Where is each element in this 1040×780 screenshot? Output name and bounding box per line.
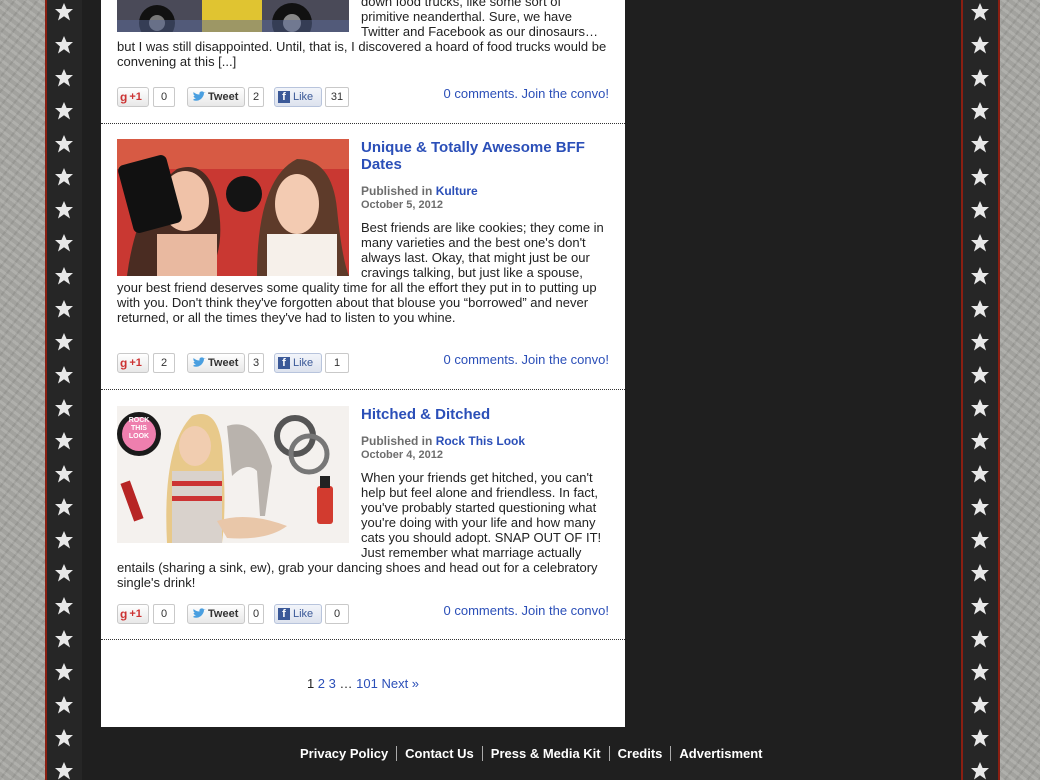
google-plus-icon: g xyxy=(120,356,128,370)
post-meta: Published in Kulture xyxy=(361,184,478,198)
post-item: ROCK THIS LOOK Hitched & Ditched Publish… xyxy=(117,406,609,630)
left-star-border xyxy=(45,0,84,780)
post-item: Unique & Totally Awesome BFF Dates Publi… xyxy=(117,139,609,379)
post-title[interactable]: Unique & Totally Awesome BFF Dates xyxy=(361,139,601,173)
like-count: 31 xyxy=(325,87,349,107)
advertisment-link[interactable]: Advertisment xyxy=(679,746,762,761)
contact-us-link[interactable]: Contact Us xyxy=(405,746,474,761)
twitter-bird-icon xyxy=(193,91,206,101)
tweet-count: 3 xyxy=(248,353,264,373)
post-divider xyxy=(101,639,625,640)
post-item: down food trucks, like some sort of prim… xyxy=(117,0,609,110)
comments-link[interactable]: 0 comments. Join the convo! xyxy=(444,352,609,367)
tweet-count: 0 xyxy=(248,604,264,624)
post-list: down food trucks, like some sort of prim… xyxy=(101,0,625,727)
page-ellipsis: … xyxy=(339,676,353,691)
facebook-f-icon: f xyxy=(278,91,290,103)
footer-divider xyxy=(670,746,672,761)
post-divider xyxy=(101,123,625,124)
facebook-f-icon: f xyxy=(278,608,290,620)
facebook-like-button[interactable]: f Like xyxy=(274,353,322,373)
tweet-button[interactable]: Tweet xyxy=(187,604,245,624)
page-current: 1 xyxy=(306,676,315,691)
google-plus-count: 0 xyxy=(153,87,175,107)
post-excerpt: Best friends are like cookies; they come… xyxy=(117,220,604,325)
right-star-border xyxy=(961,0,1000,780)
facebook-like-button[interactable]: f Like xyxy=(274,604,322,624)
google-plus-icon: g xyxy=(120,90,128,104)
tweet-button[interactable]: Tweet xyxy=(187,87,245,107)
page-link-3[interactable]: 3 xyxy=(329,676,336,691)
like-count: 1 xyxy=(325,353,349,373)
google-plus-count: 2 xyxy=(153,353,175,373)
twitter-bird-icon xyxy=(193,357,206,367)
share-bar: g +1 2 Tweet 3 f Like 1 0 comments. Join… xyxy=(117,352,609,373)
star-icon-strip xyxy=(47,0,82,780)
share-bar: g +1 0 Tweet 2 f Like 31 0 comments. Joi… xyxy=(117,86,609,107)
footer-divider xyxy=(396,746,398,761)
facebook-f-icon: f xyxy=(278,357,290,369)
google-plus-count: 0 xyxy=(153,604,175,624)
google-plus-button[interactable]: g +1 xyxy=(117,353,149,373)
google-plus-button[interactable]: g +1 xyxy=(117,87,149,107)
footer-divider xyxy=(608,746,610,761)
category-link[interactable]: Rock This Look xyxy=(436,434,525,448)
comments-link[interactable]: 0 comments. Join the convo! xyxy=(444,86,609,101)
tweet-count: 2 xyxy=(248,87,264,107)
post-date: October 5, 2012 xyxy=(361,199,443,211)
page-link-2[interactable]: 2 xyxy=(318,676,325,691)
pagination: 1 2 3 … 101 Next » xyxy=(101,676,625,691)
post-title[interactable]: Hitched & Ditched xyxy=(361,406,601,423)
page-link-last[interactable]: 101 xyxy=(356,676,378,691)
category-link[interactable]: Kulture xyxy=(436,184,478,198)
google-plus-button[interactable]: g +1 xyxy=(117,604,149,624)
like-count: 0 xyxy=(325,604,349,624)
privacy-policy-link[interactable]: Privacy Policy xyxy=(300,746,388,761)
next-page-link[interactable]: Next » xyxy=(381,676,419,691)
tweet-button[interactable]: Tweet xyxy=(187,353,245,373)
post-date: October 4, 2012 xyxy=(361,449,443,461)
post-excerpt: down food trucks, like some sort of prim… xyxy=(117,0,607,69)
credits-link[interactable]: Credits xyxy=(618,746,663,761)
footer-divider xyxy=(481,746,483,761)
twitter-bird-icon xyxy=(193,608,206,618)
comments-link[interactable]: 0 comments. Join the convo! xyxy=(444,603,609,618)
footer-nav: Privacy Policy Contact Us Press & Media … xyxy=(300,746,763,761)
star-icon-strip xyxy=(963,0,998,780)
post-excerpt: When your friends get hitched, you can't… xyxy=(117,470,602,590)
post-divider xyxy=(101,389,625,390)
facebook-like-button[interactable]: f Like xyxy=(274,87,322,107)
post-meta: Published in Rock This Look xyxy=(361,434,526,448)
share-bar: g +1 0 Tweet 0 f Like 0 0 comments. Join… xyxy=(117,603,609,624)
press-media-kit-link[interactable]: Press & Media Kit xyxy=(491,746,601,761)
google-plus-icon: g xyxy=(120,607,128,621)
